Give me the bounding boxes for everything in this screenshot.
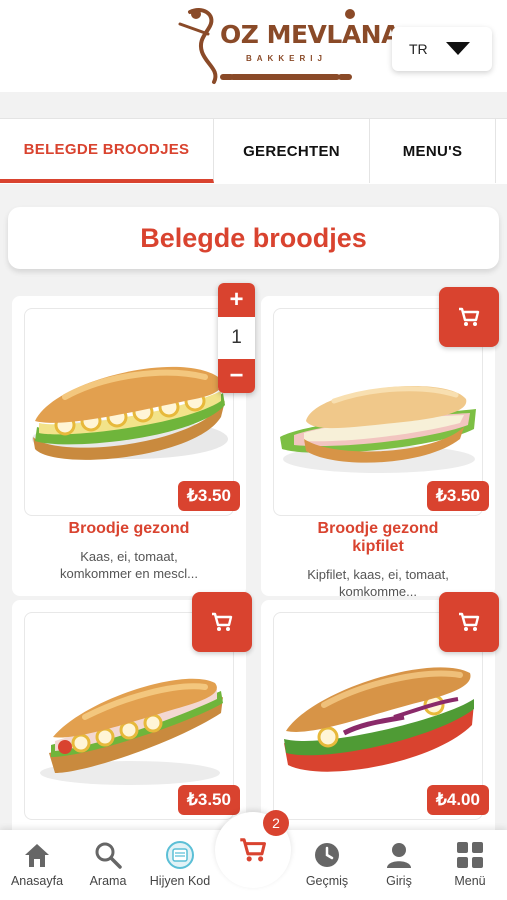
logo-subtext: BAKKERIJ bbox=[246, 54, 327, 63]
dropdown-arrow-icon bbox=[446, 42, 470, 55]
product-price: ₺3.50 bbox=[427, 481, 489, 511]
add-to-cart-button[interactable] bbox=[439, 287, 499, 347]
increase-quantity-button[interactable]: + bbox=[218, 283, 255, 317]
decrease-quantity-button[interactable]: − bbox=[218, 359, 255, 393]
cart-icon bbox=[212, 612, 233, 631]
nav-label: Anasayfa bbox=[10, 874, 64, 888]
grid-icon bbox=[457, 842, 483, 868]
language-selector[interactable]: TR bbox=[392, 27, 492, 71]
product-price: ₺4.00 bbox=[427, 785, 489, 815]
product-title[interactable]: Broodje gezond kipfilet bbox=[261, 520, 495, 556]
product-price: ₺3.50 bbox=[178, 785, 240, 815]
product-title-text: Broodje gezond bbox=[317, 520, 439, 537]
nav-item-menu[interactable]: Menü bbox=[430, 840, 507, 888]
add-to-cart-button[interactable] bbox=[439, 592, 499, 652]
nav-item-gecmis[interactable]: Geçmiş bbox=[287, 840, 367, 888]
section-header: Belegde broodjes bbox=[8, 207, 499, 269]
nav-label: Giriş bbox=[386, 874, 412, 888]
quantity-stepper: + 1 − bbox=[218, 283, 255, 393]
quantity-value: 1 bbox=[231, 327, 242, 348]
language-label: TR bbox=[409, 41, 428, 57]
tab-belegde-broodjes[interactable]: BELEGDE BROODJES bbox=[0, 119, 214, 183]
nav-label: Menü bbox=[454, 874, 486, 888]
hygiene-icon bbox=[166, 841, 194, 869]
product-description: Kaas, ei, tomaat, komkommer en mescl... bbox=[22, 548, 236, 582]
section-title: Belegde broodjes bbox=[140, 222, 367, 253]
product-card[interactable]: ₺3.50 Broodje gezond Kaas, ei, tomaat, k… bbox=[12, 296, 246, 596]
product-desc-line: Kipfilet, kaas, ei, tomaat, bbox=[307, 567, 449, 582]
tab-menus[interactable]: MENU'S bbox=[370, 119, 496, 183]
cart-icon bbox=[459, 612, 480, 631]
logo-text: OZ MEVLANA bbox=[220, 20, 400, 49]
search-icon bbox=[95, 842, 122, 869]
history-icon bbox=[315, 843, 339, 867]
nav-label: Arama bbox=[89, 874, 127, 888]
product-price: ₺3.50 bbox=[178, 481, 240, 511]
user-icon bbox=[387, 843, 411, 868]
product-desc-line: komkommer en mescl... bbox=[60, 566, 198, 581]
product-title-text: Broodje gezond bbox=[68, 520, 190, 537]
tab-gerechten[interactable]: GERECHTEN bbox=[214, 119, 370, 183]
add-to-cart-button[interactable] bbox=[192, 592, 252, 652]
product-title[interactable]: Broodje gezond bbox=[12, 520, 246, 538]
bakery-logo[interactable]: OZ MEVLANA BAKKERIJ bbox=[150, 4, 400, 88]
product-title-text: kipfilet bbox=[352, 538, 404, 555]
product-grid: ₺3.50 Broodje gezond Kaas, ei, tomaat, k… bbox=[12, 296, 498, 856]
cart-icon bbox=[459, 307, 480, 326]
nav-label: Hijyen Kod bbox=[149, 874, 211, 888]
app-header: OZ MEVLANA BAKKERIJ TR bbox=[0, 0, 507, 92]
nav-item-hijyen-kod[interactable]: Hijyen Kod bbox=[140, 840, 220, 888]
home-icon bbox=[25, 844, 49, 867]
product-desc-line: komkomme... bbox=[338, 584, 417, 599]
category-tabs: BELEGDE BROODJES GERECHTEN MENU'S bbox=[0, 118, 507, 184]
nav-item-giris[interactable]: Giriş bbox=[359, 840, 439, 888]
cart-icon bbox=[240, 838, 266, 862]
nav-label: Geçmiş bbox=[305, 874, 349, 888]
product-desc-line: Kaas, ei, tomaat, bbox=[80, 549, 178, 564]
nav-item-anasayfa[interactable]: Anasayfa bbox=[0, 840, 77, 888]
nav-item-arama[interactable]: Arama bbox=[68, 840, 148, 888]
cart-count-badge: 2 bbox=[263, 810, 289, 836]
